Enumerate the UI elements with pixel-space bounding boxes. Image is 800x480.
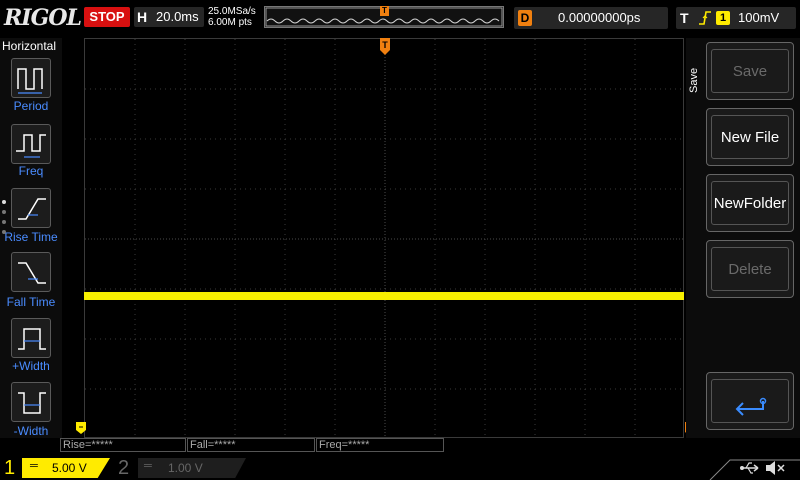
freq-label: Freq: [18, 164, 44, 178]
positive-width-button[interactable]: [11, 318, 51, 358]
channel1-number[interactable]: 1: [4, 456, 20, 480]
rise-time-button[interactable]: [11, 188, 51, 228]
memory-depth: 6.00M pts: [208, 17, 252, 28]
negative-width-button[interactable]: [11, 382, 51, 422]
new-folder-button[interactable]: NewFolder: [706, 174, 794, 232]
graticule: [85, 39, 685, 439]
delete-button[interactable]: Delete: [706, 240, 794, 298]
mute-speaker-icon[interactable]: [764, 458, 786, 478]
channel1-ground-marker-icon[interactable]: [76, 422, 86, 434]
horizontal-key: H: [137, 9, 148, 25]
trigger-level: 100mV: [738, 10, 780, 25]
sample-rate: 25.0MSa/s: [208, 6, 256, 17]
fall-time-label: Fall Time: [6, 295, 56, 309]
new-folder-button-frame: [711, 181, 789, 225]
rise-time-icon: [18, 198, 46, 220]
waveform-grid[interactable]: [84, 38, 685, 439]
negative-width-icon: [18, 392, 46, 414]
timebase-value: 20.0ms: [156, 9, 199, 24]
frequency-icon: [16, 134, 46, 158]
delay-display[interactable]: D 0.00000000ps: [514, 7, 668, 29]
back-button[interactable]: [706, 372, 794, 430]
fall-time-button[interactable]: [11, 252, 51, 292]
save-button[interactable]: Save: [706, 42, 794, 100]
fall-time-icon: [18, 262, 46, 284]
channel2-scale-box[interactable]: ═ 1.00 V: [138, 458, 246, 478]
memory-trace-overview: T: [264, 6, 504, 28]
channel1-coupling-icon: ═: [30, 460, 38, 472]
channel2-number[interactable]: 2: [118, 456, 134, 480]
run-stop-status[interactable]: STOP: [84, 7, 130, 27]
timebase-display[interactable]: H 20.0ms: [134, 7, 204, 27]
channel2-scale: 1.00 V: [168, 461, 203, 475]
period-icon: [17, 68, 43, 94]
channel1-waveform: [84, 292, 684, 300]
menu-section-label: Save: [688, 67, 700, 93]
rise-time-readout: Rise=*****: [60, 438, 186, 452]
menu-page-dot: [2, 230, 6, 234]
trigger-source-badge: 1: [716, 11, 730, 25]
trigger-position-icon[interactable]: T: [380, 38, 390, 56]
channel1-scale-box[interactable]: ═ 5.00 V: [22, 458, 110, 478]
rising-edge-icon: [698, 9, 712, 27]
rise-time-label: Rise Time: [4, 230, 58, 244]
menu-page-dot: [2, 220, 6, 224]
trigger-display[interactable]: T 1 100mV: [676, 7, 796, 29]
channel1-scale: 5.00 V: [52, 461, 87, 475]
menu-page-dot-active: [2, 200, 6, 204]
new-file-button-frame: [711, 115, 789, 159]
sample-info: 25.0MSa/s 6.00M pts: [208, 6, 264, 30]
rigol-logo: RIGOL: [4, 5, 82, 31]
positive-width-label: +Width: [12, 359, 50, 373]
delete-button-frame: [711, 247, 789, 291]
delay-value: 0.00000000ps: [558, 10, 641, 25]
trigger-key: T: [680, 10, 689, 26]
channel2-coupling-icon: ═: [144, 460, 152, 472]
period-label: Period: [13, 99, 49, 113]
menu-page-dot: [2, 210, 6, 214]
freq-button[interactable]: [11, 124, 51, 164]
left-menu-title: Horizontal: [2, 39, 57, 53]
save-button-frame: [711, 49, 789, 93]
trigger-position-marker: T: [380, 6, 389, 16]
fall-time-readout: Fall=*****: [187, 438, 315, 452]
positive-width-icon: [18, 328, 46, 350]
new-file-button[interactable]: New File: [706, 108, 794, 166]
delay-key: D: [518, 10, 532, 26]
negative-width-label: -Width: [13, 424, 49, 438]
return-arrow-icon: [735, 397, 767, 416]
usb-icon: [740, 462, 759, 474]
period-button[interactable]: [11, 58, 51, 98]
frequency-readout: Freq=*****: [316, 438, 444, 452]
svg-text:T: T: [382, 40, 388, 50]
